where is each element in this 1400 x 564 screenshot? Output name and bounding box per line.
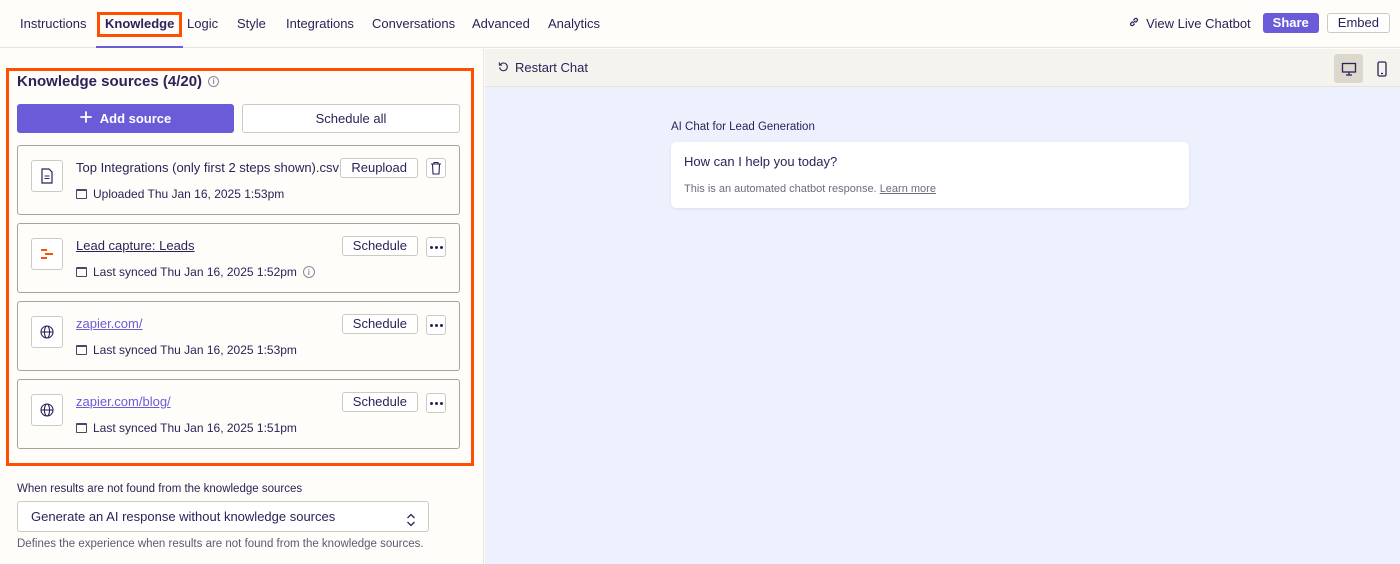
schedule-all-button[interactable]: Schedule all [242,104,460,133]
source-card-blog: zapier.com/blog/ Last synced Thu Jan 16,… [17,379,460,449]
calendar-icon [76,345,87,355]
more-options-icon[interactable] [426,237,446,257]
top-nav: Instructions Knowledge Logic Style Integ… [0,0,1400,48]
add-source-label: Add source [99,111,172,126]
chevron-updown-icon [406,509,416,527]
tables-icon [31,238,63,270]
desktop-view-icon[interactable] [1334,54,1363,83]
restart-icon [498,60,509,75]
info-icon[interactable]: i [302,266,315,278]
tab-advanced[interactable]: Advanced [472,0,530,48]
calendar-icon [76,423,87,433]
fallback-select-value: Generate an AI response without knowledg… [31,509,336,524]
source-card-website: zapier.com/ Last synced Thu Jan 16, 2025… [17,301,460,371]
tab-conversations[interactable]: Conversations [372,0,455,48]
top-actions: View Live Chatbot Share Embed [1128,13,1390,33]
file-icon [31,160,63,192]
learn-more-link[interactable]: Learn more [880,183,936,195]
source-card-tables: Lead capture: Leads Last synced Thu Jan … [17,223,460,293]
fallback-helper-text: Defines the experience when results are … [17,538,424,550]
tab-analytics[interactable]: Analytics [548,0,600,48]
fallback-label: When results are not found from the know… [17,483,303,495]
source-link[interactable]: zapier.com/blog/ [76,394,171,409]
source-name: Top Integrations (only first 2 steps sho… [76,160,340,175]
tab-instructions[interactable]: Instructions [20,0,86,48]
tab-active-underline [96,46,184,48]
restart-chat-label: Restart Chat [515,60,588,75]
knowledge-sources-title: Knowledge sources (4/20) i [17,73,220,90]
tab-logic[interactable]: Logic [187,0,218,48]
calendar-icon [76,189,87,199]
source-meta-text: Last synced Thu Jan 16, 2025 1:51pm [93,421,297,435]
chat-message: How can I help you today? [684,154,838,169]
source-meta-text: Uploaded Thu Jan 16, 2025 1:53pm [93,187,285,201]
source-meta: Uploaded Thu Jan 16, 2025 1:53pm [76,187,284,201]
source-meta: Last synced Thu Jan 16, 2025 1:51pm [76,421,297,435]
reupload-button[interactable]: Reupload [340,158,418,178]
trash-icon[interactable] [426,158,446,178]
globe-icon [31,394,63,426]
tab-style[interactable]: Style [237,0,266,48]
tab-knowledge[interactable]: Knowledge [96,0,184,48]
info-icon[interactable]: i [208,76,220,87]
calendar-icon [76,267,87,277]
share-button[interactable]: Share [1262,13,1319,33]
plus-icon [79,111,92,126]
more-options-icon[interactable] [426,393,446,413]
schedule-button[interactable]: Schedule [341,236,418,256]
chat-title: AI Chat for Lead Generation [671,121,815,133]
mobile-view-icon[interactable] [1367,54,1396,83]
restart-chat-button[interactable]: Restart Chat [498,60,588,75]
source-meta-text: Last synced Thu Jan 16, 2025 1:52pm [93,265,297,279]
source-meta-text: Last synced Thu Jan 16, 2025 1:53pm [93,343,297,357]
chat-disclaimer: This is an automated chatbot response. L… [684,183,936,195]
schedule-button[interactable]: Schedule [341,392,418,412]
tab-highlight-box [97,12,183,37]
fallback-select[interactable]: Generate an AI response without knowledg… [17,501,429,532]
knowledge-sources-title-text: Knowledge sources (4/20) [17,73,203,90]
more-options-icon[interactable] [426,315,446,335]
embed-button[interactable]: Embed [1326,13,1390,33]
globe-icon [31,316,63,348]
source-card-csv: Top Integrations (only first 2 steps sho… [17,145,460,215]
preview-toolbar: Restart Chat [485,49,1400,87]
chat-message-card: How can I help you today? This is an aut… [671,142,1189,208]
source-link[interactable]: zapier.com/ [76,316,142,331]
tab-integrations[interactable]: Integrations [286,0,354,48]
source-meta: Last synced Thu Jan 16, 2025 1:53pm [76,343,297,357]
chat-preview-panel: Restart Chat AI Chat for Lead Generation… [485,49,1400,564]
source-name[interactable]: Lead capture: Leads [76,238,195,253]
knowledge-panel: Knowledge sources (4/20) i Add source Sc… [0,49,484,564]
source-meta: Last synced Thu Jan 16, 2025 1:52pm i [76,265,315,279]
view-live-chatbot-link[interactable]: View Live Chatbot [1128,16,1251,31]
add-source-button[interactable]: Add source [17,104,234,133]
view-live-chatbot-label: View Live Chatbot [1146,15,1251,31]
schedule-button[interactable]: Schedule [341,314,418,334]
link-icon [1128,16,1140,31]
chat-disclaimer-text: This is an automated chatbot response. [684,183,877,195]
